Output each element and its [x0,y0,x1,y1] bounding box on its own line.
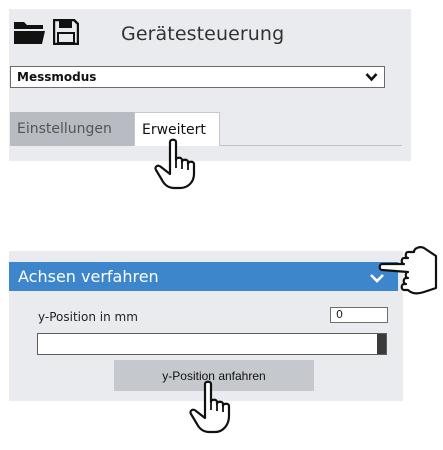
pointer-hand-icon [378,244,440,302]
pointer-hand-icon [185,380,243,438]
save-icon[interactable] [52,18,80,49]
chevron-down-icon[interactable] [365,71,378,86]
folder-icon[interactable] [14,20,45,48]
pointer-hand-icon [150,138,208,194]
y-position-slider[interactable] [37,333,387,355]
app-title: Gerätesteuerung [121,23,285,45]
y-position-label: y-Position in mm [38,310,138,324]
section-header-achsen[interactable]: Achsen verfahren [9,262,398,291]
tab-label: Einstellungen [17,121,112,137]
section-title: Achsen verfahren [18,267,159,286]
slider-thumb[interactable] [377,334,386,354]
y-position-input[interactable]: 0 [330,307,388,323]
tab-divider [220,145,402,146]
tab-einstellungen[interactable]: Einstellungen [10,112,134,146]
tab-label: Erweitert [142,121,206,138]
mode-select-value: Messmodus [17,70,97,84]
mode-select[interactable]: Messmodus [10,66,385,88]
